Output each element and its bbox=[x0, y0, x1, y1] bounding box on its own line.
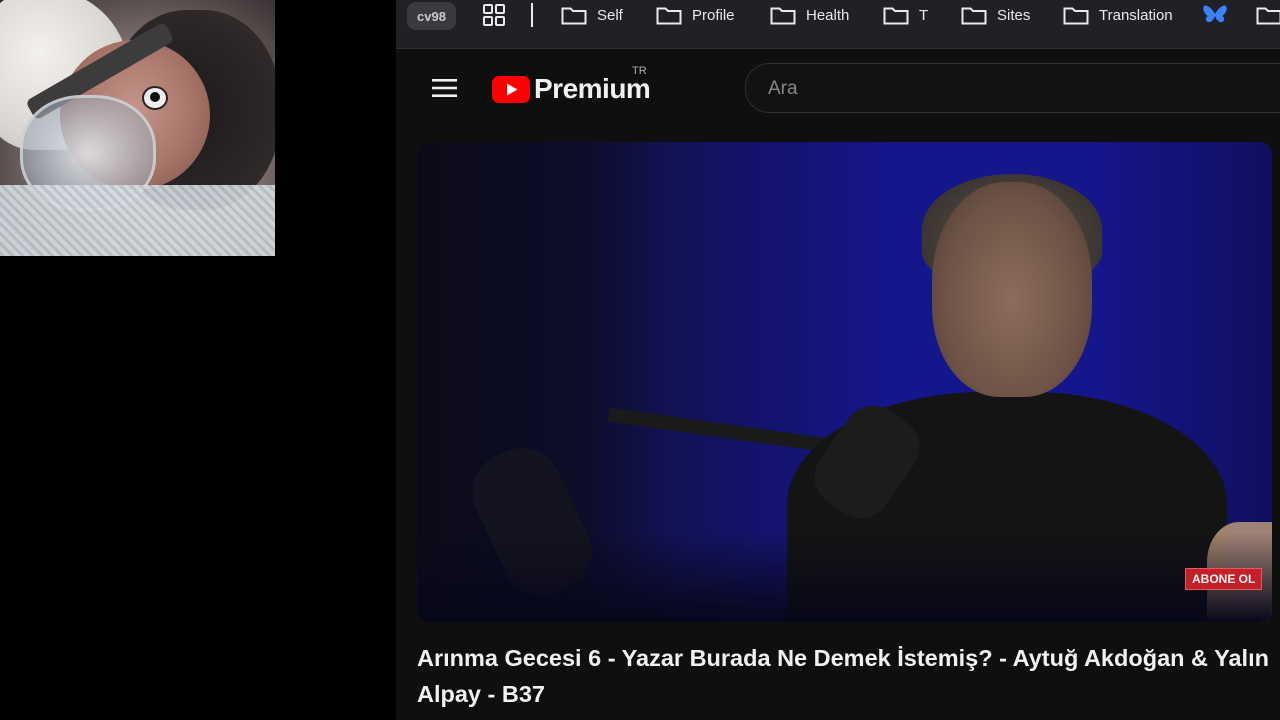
video-scene-floor bbox=[417, 532, 1272, 622]
region-code: TR bbox=[632, 65, 647, 77]
bookmark-label: T bbox=[919, 6, 929, 24]
search-box[interactable] bbox=[745, 63, 1280, 113]
bookmark-label: Translation bbox=[1099, 6, 1173, 24]
webcam-overlay bbox=[0, 0, 275, 256]
webcam-blanket bbox=[0, 185, 275, 256]
bookmark-folder-sites[interactable]: Sites bbox=[961, 0, 1030, 30]
folder-icon bbox=[770, 7, 796, 25]
video-title: Arınma Gecesi 6 - Yazar Burada Ne Demek … bbox=[417, 645, 1269, 707]
youtube-premium-logo[interactable]: Premium TR bbox=[492, 65, 651, 105]
folder-icon bbox=[656, 7, 682, 25]
webcam-eye bbox=[142, 86, 168, 110]
subscribe-badge[interactable]: ABONE OL bbox=[1185, 568, 1263, 590]
logo-text: Premium bbox=[534, 73, 651, 104]
browser-window: cv98 Self Profile Health T Sites Transla… bbox=[396, 0, 1280, 720]
search-input[interactable] bbox=[766, 74, 1270, 104]
video-player[interactable]: ABONE OL bbox=[417, 142, 1272, 622]
bookmarks-bar: cv98 Self Profile Health T Sites Transla… bbox=[396, 0, 1280, 49]
bookmark-folder-profile[interactable]: Profile bbox=[656, 0, 735, 30]
bookmark-label: Self bbox=[597, 6, 623, 24]
bookmarks-separator bbox=[531, 3, 533, 27]
folder-icon bbox=[883, 7, 909, 25]
apps-grid-icon[interactable] bbox=[482, 3, 506, 27]
bookmark-bluesky[interactable] bbox=[1202, 0, 1228, 30]
folder-icon bbox=[961, 7, 987, 25]
bookmark-folder-translation[interactable]: Translation bbox=[1063, 0, 1173, 30]
bookmark-label: Profile bbox=[692, 6, 735, 24]
bookmark-folder-self[interactable]: Self bbox=[561, 0, 623, 30]
hamburger-menu-icon[interactable] bbox=[432, 78, 457, 98]
youtube-header: Premium TR bbox=[396, 49, 1280, 129]
youtube-play-icon bbox=[492, 75, 530, 103]
bookmark-folder-overflow[interactable] bbox=[1256, 0, 1280, 30]
bookmark-folder-health[interactable]: Health bbox=[770, 0, 849, 30]
profile-chip[interactable]: cv98 bbox=[407, 2, 456, 30]
bookmark-label: Sites bbox=[997, 6, 1031, 24]
folder-icon bbox=[1063, 7, 1089, 25]
bluesky-icon bbox=[1203, 5, 1227, 23]
bookmark-label: Health bbox=[806, 6, 850, 24]
folder-icon bbox=[1256, 7, 1280, 25]
video-scene-person-head bbox=[932, 182, 1092, 397]
folder-icon bbox=[561, 7, 587, 25]
bookmark-folder-t[interactable]: T bbox=[883, 0, 928, 30]
